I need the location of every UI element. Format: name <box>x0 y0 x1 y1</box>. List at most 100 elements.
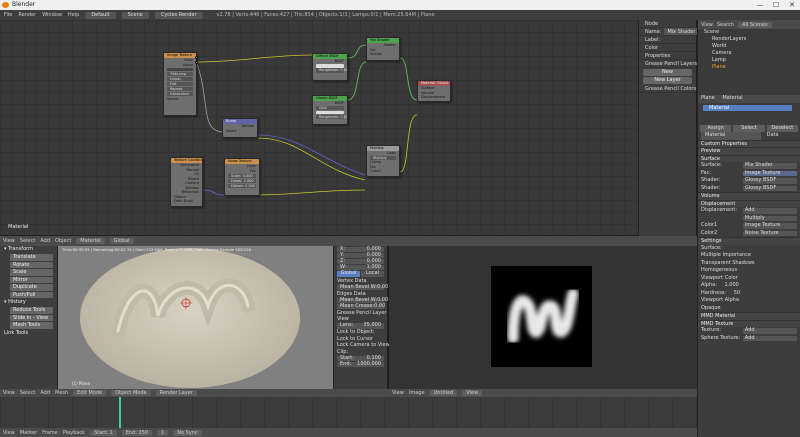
volume-section[interactable]: Volume <box>698 192 800 200</box>
node-dropdown[interactable]: Linear <box>167 76 193 81</box>
node-value-field[interactable]: Roughness: 0.000 <box>316 68 347 73</box>
menu-help[interactable]: Help <box>68 12 79 18</box>
mean-bevel-weight-field[interactable]: Mean Bevel W: 0.00 <box>337 284 388 290</box>
current-frame-indicator[interactable] <box>119 397 121 428</box>
node-name-field[interactable]: Mix Shader <box>664 28 699 35</box>
mirror-button[interactable]: Mirror <box>10 276 53 283</box>
node-multiply[interactable]: Multiply Color Multiply Clamp Fac Color1 <box>366 145 400 177</box>
node-value-field[interactable]: Roughness: 0.050 <box>316 114 347 119</box>
disp-color2-selector[interactable]: Noise Texture <box>742 230 797 236</box>
timeline-view-menu[interactable]: View <box>3 430 15 436</box>
node-bump[interactable]: Bump Normal Invert <box>222 118 258 138</box>
node-diffuse-bsdf[interactable]: Diffuse BSDF BSDF Roughness: 0.000 <box>312 53 348 81</box>
timeline-playback-menu[interactable]: Playback <box>63 430 85 436</box>
outliner-view-menu[interactable]: View <box>701 22 713 28</box>
texture-add-button[interactable]: Add <box>742 327 797 334</box>
outliner-search-menu[interactable]: Search <box>717 22 734 28</box>
material-link-selector[interactable]: Data <box>767 132 779 138</box>
outliner-item-lamp[interactable]: Lamp <box>698 57 800 64</box>
homogeneous-checkbox[interactable]: Homogeneous <box>698 267 800 275</box>
timeline-marker-menu[interactable]: Marker <box>20 430 37 436</box>
history-item[interactable]: Mesh Tools <box>10 322 53 329</box>
translate-button[interactable]: Translate <box>10 254 53 261</box>
node-color-field[interactable] <box>316 64 344 68</box>
node-dropdown[interactable]: Repeat <box>167 86 193 91</box>
sphere-texture-add-button[interactable]: Add <box>742 335 797 341</box>
render-layer-selector[interactable]: Render Layer <box>155 390 197 396</box>
shader1-selector[interactable]: Glossy BSDF <box>742 177 797 184</box>
transparent-shadows-checkbox[interactable]: Transparent Shadows <box>698 260 800 268</box>
outliner-item-world[interactable]: World <box>698 43 800 50</box>
displacement-section[interactable]: Displacement <box>698 199 800 207</box>
scene-selector[interactable]: Scene <box>121 11 149 19</box>
displacement-selector[interactable]: Add <box>742 207 797 214</box>
outliner-item-scene[interactable]: Scene <box>698 29 800 36</box>
material-name-field[interactable]: Material <box>701 132 761 140</box>
node-texture-coordinate[interactable]: Texture Coordinate Generated Normal UV O… <box>170 157 203 207</box>
timeline-frame-menu[interactable]: Frame <box>42 430 58 436</box>
shading-selector[interactable]: Material <box>76 238 105 244</box>
menu-window[interactable]: Window <box>42 12 62 18</box>
deselect-button[interactable]: Deselect <box>766 124 798 132</box>
node-checkbox[interactable]: Invert <box>223 129 257 134</box>
shader2-selector[interactable]: Glossy BSDF <box>742 185 797 191</box>
timeline[interactable] <box>0 397 697 428</box>
multiple-importance-checkbox[interactable]: Multiple Importance <box>698 252 800 260</box>
node-dropdown[interactable]: Flat <box>167 81 193 86</box>
history-item[interactable]: Reduce Tools <box>10 307 53 314</box>
node-material-output[interactable]: Material Output Surface Volume Displacem… <box>417 80 451 102</box>
link-tools-header[interactable]: Link Tools <box>0 330 57 337</box>
menu-select[interactable]: Select <box>20 238 35 244</box>
menu-view[interactable]: View <box>3 390 15 396</box>
node-label-row[interactable]: Label: <box>639 36 696 44</box>
node-value-field[interactable]: Scale: 5.000 <box>228 173 256 178</box>
mode-selector[interactable]: Edit Mode <box>73 390 107 396</box>
hardness-field[interactable]: 50 <box>734 290 740 296</box>
rotate-button[interactable]: Rotate <box>10 261 53 268</box>
menu-render[interactable]: Render <box>18 12 36 18</box>
viewport-shading-selector[interactable]: Object Mode <box>111 390 151 396</box>
close-button[interactable]: ✕ <box>784 0 800 10</box>
node-dropdown[interactable]: GGX <box>316 105 344 110</box>
settings-section[interactable]: Settings <box>698 237 800 245</box>
select-button[interactable]: Select <box>733 124 765 132</box>
menu-add[interactable]: Add <box>40 390 50 396</box>
grease-pencil-colors-section[interactable]: Grease Pencil Colors <box>639 85 696 93</box>
node-glossy-bsdf[interactable]: Glossy BSDF BSDF GGX Roughness: 0.050 <box>312 95 348 125</box>
duplicate-button[interactable]: Duplicate <box>10 284 53 291</box>
mmd-texture-section[interactable]: MMD Texture <box>698 319 800 327</box>
image-menu[interactable]: Image <box>409 390 425 396</box>
transform-panel-header[interactable]: ▾ Transform <box>0 246 57 253</box>
output-socket[interactable] <box>195 61 198 64</box>
output-socket[interactable] <box>195 56 198 59</box>
node-value-field[interactable]: Distort: 0.000 <box>228 183 256 188</box>
3d-viewport[interactable] <box>58 246 333 389</box>
color-section[interactable]: Color <box>639 44 696 52</box>
outliner-item-renderlayers[interactable]: RenderLayers <box>698 36 800 43</box>
node-dropdown[interactable]: Tilde.png <box>167 71 193 76</box>
menu-object[interactable]: Object <box>55 238 71 244</box>
node-noise-texture[interactable]: Noise Texture Color Fac Scale: 5.000 Det… <box>224 158 260 196</box>
sync-selector[interactable]: No Sync <box>173 429 202 436</box>
lock-camera-checkbox[interactable]: Lock Camera to View <box>334 342 390 349</box>
disp-blend-mode[interactable]: Multiply <box>742 215 797 221</box>
node-image-texture[interactable]: Image Texture Color Alpha Tilde.png Line… <box>163 52 197 116</box>
assign-button[interactable]: Assign <box>700 124 732 132</box>
node-dropdown[interactable]: Generated <box>167 91 193 96</box>
menu-mesh[interactable]: Mesh <box>55 390 68 396</box>
grease-pencil-layers-section[interactable]: Grease Pencil Layers <box>639 60 697 68</box>
material-slot-list[interactable]: Material <box>698 104 800 125</box>
fac-input-selector[interactable]: Image Texture <box>742 170 797 176</box>
alpha-field[interactable]: 1.000 <box>725 282 739 288</box>
mean-crease-field[interactable]: Mean Crease: 0.00 <box>337 303 385 309</box>
push-pull-button[interactable]: Push/Pull <box>10 291 53 298</box>
end-frame-field[interactable]: End: 250 <box>121 429 153 436</box>
render-engine-selector[interactable]: Cycles Render <box>154 11 203 19</box>
node-color-field[interactable] <box>316 110 344 114</box>
new-layer-button[interactable]: New Layer <box>643 77 692 84</box>
node-value-field[interactable]: Detail: 2.000 <box>228 178 256 183</box>
outliner-item-plane[interactable]: Plane <box>698 64 800 71</box>
image-selector[interactable]: Untitled <box>429 390 458 396</box>
outliner-item-camera[interactable]: Camera <box>698 50 800 57</box>
custom-properties-section[interactable]: Custom Properties <box>698 139 800 147</box>
